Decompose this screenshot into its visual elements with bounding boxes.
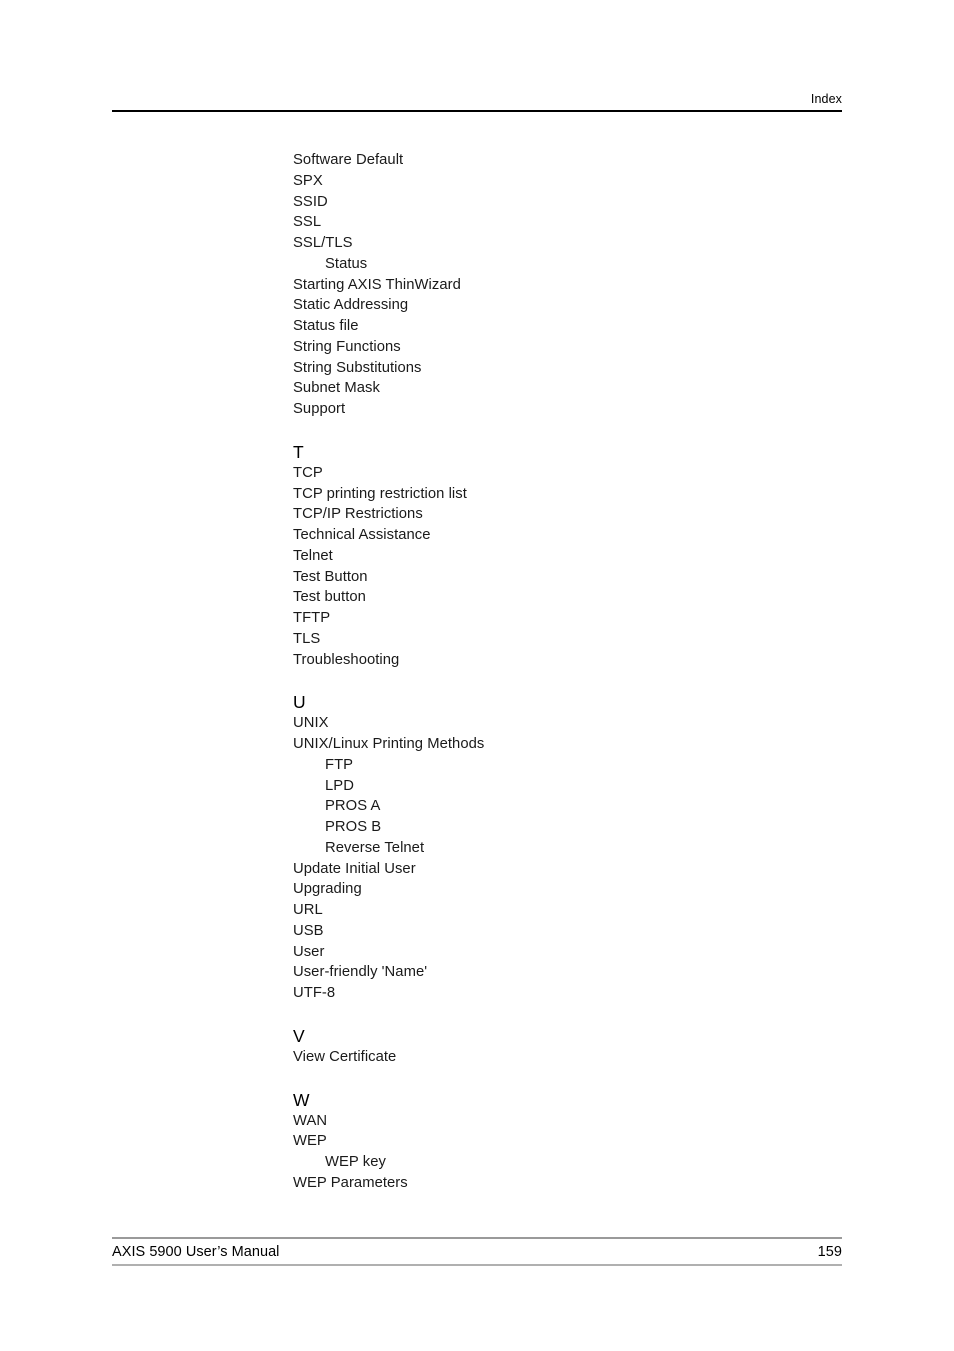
index-entry: TCP/IP Restrictions: [293, 506, 423, 523]
index-entry: String Substitutions: [293, 359, 422, 376]
index-sub-entry: WEP key: [325, 1154, 386, 1170]
index-entry: String Functions: [293, 338, 401, 355]
index-entry: TCP printing restriction list: [293, 485, 467, 502]
index-entry: Technical Assistance: [293, 527, 431, 543]
index-section: Software Default SPX SSID SSL SSL/TLS Status S…: [293, 150, 853, 420]
index-sub-entry: Reverse Telnet: [325, 839, 425, 856]
index-entry: Software Default: [293, 152, 404, 168]
page-footer: AXIS 5900 User’s Manual 159: [112, 1237, 842, 1266]
index-entry: UNIX/Linux Printing Methods: [293, 736, 485, 752]
index-entry: Troubleshooting: [293, 651, 400, 668]
index-entry: View Certificate: [293, 1048, 397, 1065]
index-entry: Test button: [293, 589, 366, 606]
index-section: U UNIX UNIX/Linux Printing Methods FTP LPD PR…: [293, 692, 853, 1004]
index-entry: WEP Parameters: [293, 1174, 408, 1191]
header-section-label: Index: [810, 92, 842, 106]
index-section-letter: V: [293, 1025, 305, 1046]
document-page: Index Software Default SPX SSID SSL SSL/TLS S…: [0, 0, 954, 1351]
index-entry: Static Addressing: [293, 297, 409, 314]
index-section-letter: W: [293, 1089, 310, 1110]
index-section: W WAN WEP WEP key WEP Parameters: [293, 1090, 853, 1194]
index-section-letter: T: [293, 441, 304, 462]
index-section: T TCP TCP printing restriction list TCP/IP …: [293, 442, 853, 671]
index-entry: Subnet Mask: [293, 380, 380, 397]
index-entry-list: Software Default SPX SSID SSL SSL/TLS Status S…: [293, 150, 853, 1194]
index-entry: UTF-8: [293, 985, 336, 1001]
index-entry: Starting AXIS ThinWizard: [293, 276, 461, 293]
index-entry: Test Button: [293, 568, 368, 585]
index-entry: Upgrading: [293, 881, 362, 898]
index-entry: WEP: [293, 1133, 327, 1150]
index-entry: USB: [293, 922, 324, 939]
footer-page-number: 159: [817, 1244, 842, 1260]
index-entry: User-friendly 'Name': [293, 964, 428, 981]
footer-divider-rule-bottom: [112, 1264, 842, 1266]
index-entry: User: [293, 943, 325, 960]
index-entry: Update Initial User: [293, 860, 416, 877]
footer-content-row: AXIS 5900 User’s Manual 159: [112, 1239, 842, 1264]
index-section-letter: U: [293, 692, 306, 713]
index-sub-entry: Status: [325, 255, 368, 272]
index-entry: SSL/TLS: [293, 235, 353, 251]
index-sub-entry: PROS B: [325, 819, 382, 835]
index-entry: WAN: [293, 1112, 328, 1129]
index-entry: Telnet: [293, 547, 333, 564]
header-divider-rule: [112, 110, 842, 112]
index-entry: TFTP: [293, 610, 331, 626]
index-entry: SPX: [293, 172, 323, 189]
index-sub-entry: FTP: [325, 756, 354, 773]
index-entry: Support: [293, 401, 346, 417]
index-sub-entry: PROS A: [325, 798, 381, 815]
index-entry: TLS: [293, 630, 321, 647]
index-sub-entry: LPD: [325, 777, 354, 794]
footer-manual-title: AXIS 5900 User’s Manual: [112, 1244, 280, 1260]
index-entry: URL: [293, 902, 323, 918]
index-entry: SSL: [293, 214, 322, 231]
index-entry: TCP: [293, 464, 323, 481]
index-section: V View Certificate: [293, 1026, 853, 1068]
index-entry: Status file: [293, 318, 359, 334]
index-entry: UNIX: [293, 715, 329, 732]
page-header: Index: [112, 92, 842, 112]
index-entry: SSID: [293, 193, 328, 210]
